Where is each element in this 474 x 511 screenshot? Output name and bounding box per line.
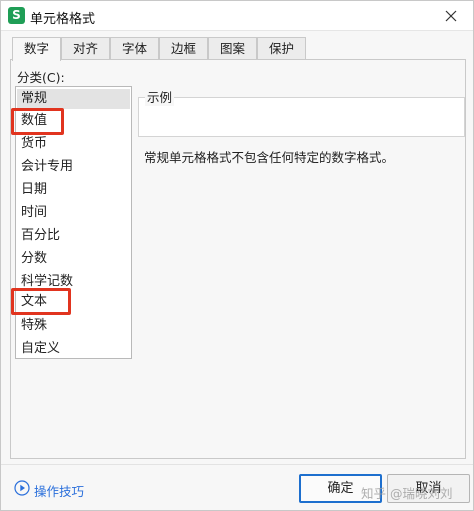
footer-divider: [1, 464, 473, 465]
play-circle-icon: [14, 480, 30, 496]
tab-protection[interactable]: 保护: [257, 37, 306, 60]
category-item-general[interactable]: 常规: [17, 89, 130, 109]
category-item-date[interactable]: 日期: [21, 180, 47, 200]
tab-border[interactable]: 边框: [159, 37, 208, 60]
category-item-accounting[interactable]: 会计专用: [21, 157, 73, 177]
highlight-box-text: [11, 288, 71, 315]
category-item-special[interactable]: 特殊: [21, 316, 47, 336]
category-item-currency[interactable]: 货币: [21, 134, 47, 154]
dialog-title: 单元格格式: [30, 12, 96, 27]
tab-alignment[interactable]: 对齐: [61, 37, 110, 60]
app-logo-icon: S: [8, 7, 25, 24]
tab-strip: 数字 对齐 字体 边框 图案 保护: [12, 37, 464, 61]
close-button[interactable]: [437, 6, 465, 26]
format-description: 常规单元格格式不包含任何特定的数字格式。: [144, 150, 395, 165]
watermark: 知乎 @瑞晓刘刘: [361, 486, 453, 501]
help-link-label[interactable]: 操作技巧: [34, 481, 84, 500]
close-icon: [445, 10, 457, 22]
highlight-box-number: [11, 108, 64, 135]
category-item-time[interactable]: 时间: [21, 203, 47, 223]
format-cells-dialog: S 单元格格式 数字 对齐 字体 边框 图案 保护 分类(C): 常规 数值 货…: [0, 0, 474, 511]
sample-label: 示例: [145, 87, 175, 106]
category-item-custom[interactable]: 自定义: [21, 339, 60, 359]
tab-font[interactable]: 字体: [110, 37, 159, 60]
tab-number[interactable]: 数字: [12, 37, 61, 61]
title-bar: S 单元格格式: [1, 1, 473, 31]
category-item-percentage[interactable]: 百分比: [21, 226, 60, 246]
category-label: 分类(C):: [17, 70, 65, 85]
category-item-fraction[interactable]: 分数: [21, 249, 47, 269]
sample-box: [138, 97, 465, 137]
tab-pattern[interactable]: 图案: [208, 37, 257, 60]
